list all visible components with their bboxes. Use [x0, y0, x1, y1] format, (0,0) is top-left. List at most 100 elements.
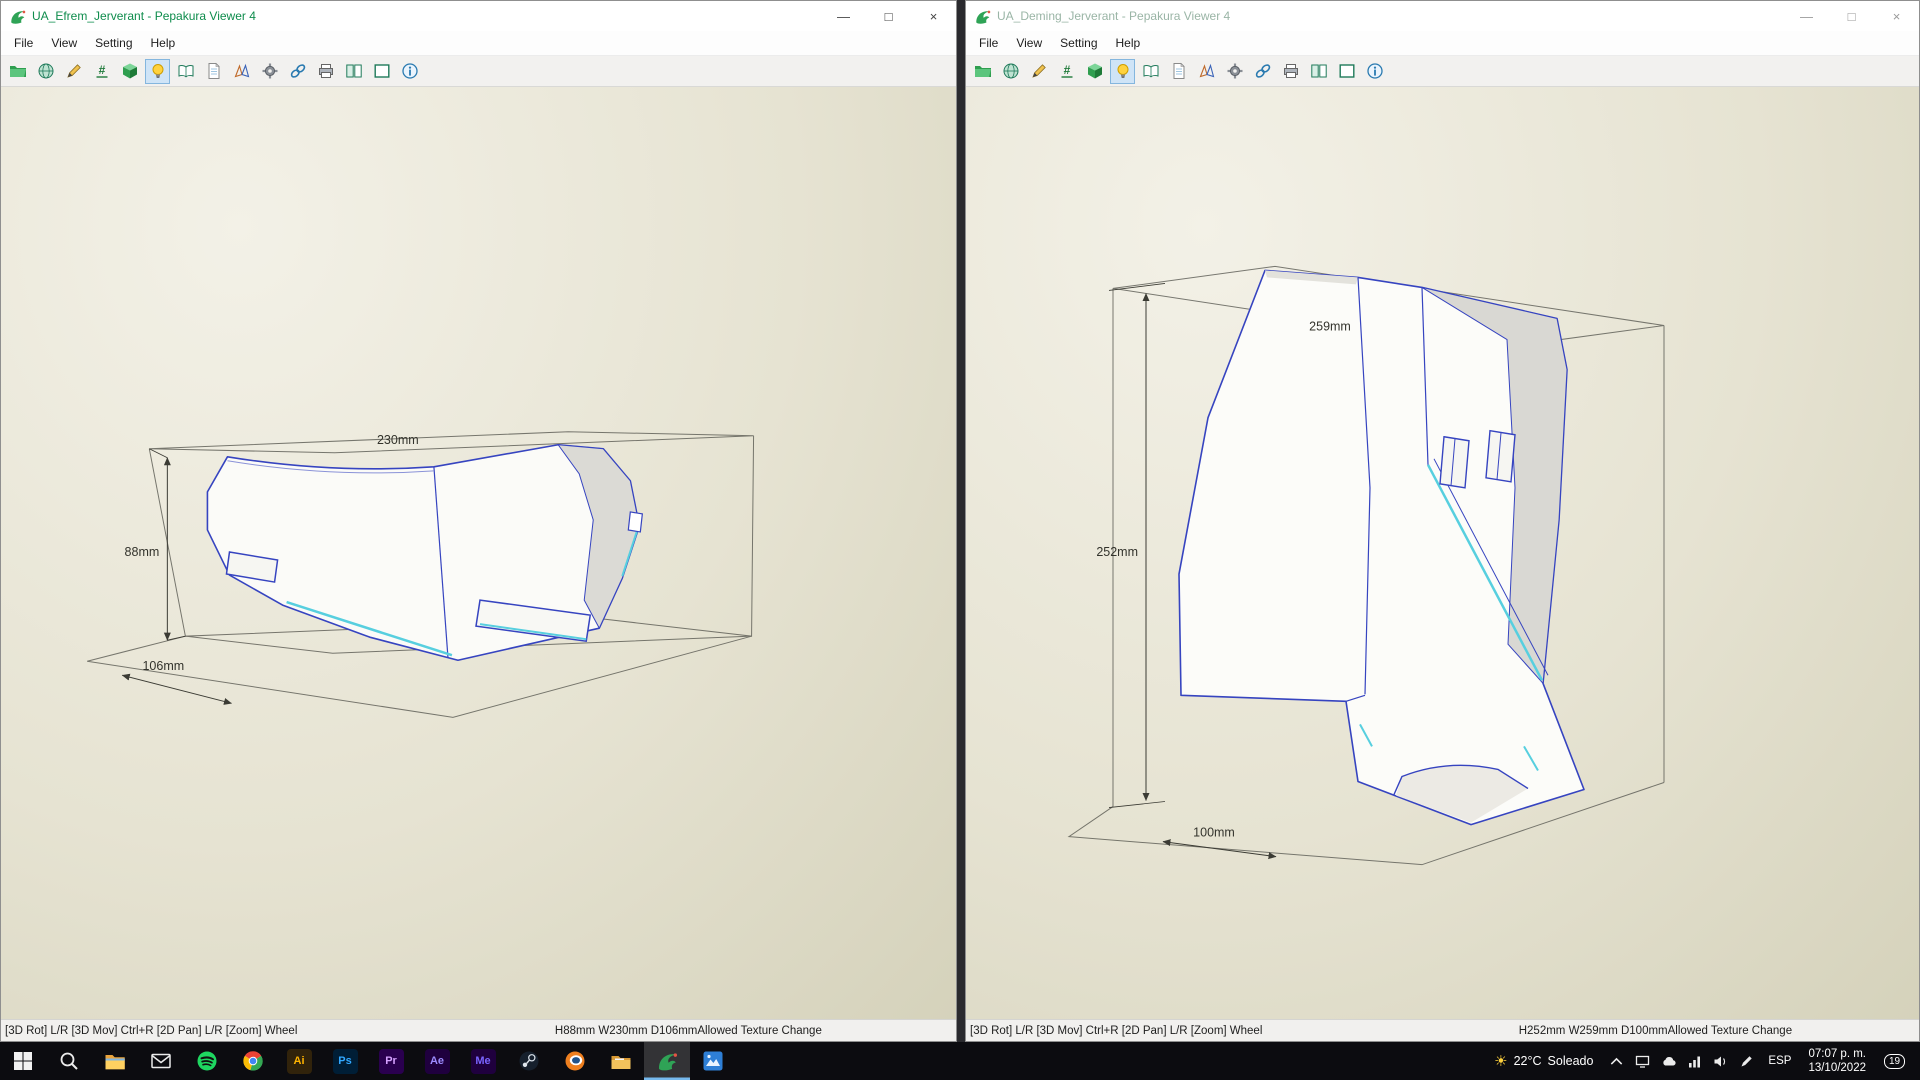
open-book-icon[interactable]	[173, 59, 198, 84]
hidden-icons-chevron[interactable]	[1603, 1042, 1629, 1080]
desktop: UA_Efrem_Jerverant - Pepakura Viewer 4 —…	[0, 0, 1920, 1080]
weather-widget[interactable]: ☀ 22°C Soleado	[1484, 1042, 1603, 1080]
photos-icon	[702, 1050, 724, 1072]
chrome-button[interactable]	[230, 1042, 276, 1080]
photoshop-button[interactable]: Ps	[322, 1042, 368, 1080]
toolbar	[1, 56, 956, 87]
weather-temp: 22°C	[1514, 1054, 1542, 1068]
network-tray-button[interactable]	[1681, 1042, 1707, 1080]
menubar: File View Setting Help	[1, 31, 956, 56]
menu-file[interactable]: File	[5, 33, 42, 53]
media-encoder-icon: Me	[471, 1049, 496, 1074]
maximize-button[interactable]: □	[866, 1, 911, 31]
edit-pencil-icon[interactable]	[61, 59, 86, 84]
blender-button[interactable]	[552, 1042, 598, 1080]
menu-file[interactable]: File	[970, 33, 1007, 53]
menu-help[interactable]: Help	[142, 33, 185, 53]
printer-icon[interactable]	[313, 59, 338, 84]
texture-sphere-icon[interactable]	[998, 59, 1023, 84]
after-effects-button[interactable]: Ae	[414, 1042, 460, 1080]
close-button[interactable]: ×	[911, 1, 956, 31]
menu-setting[interactable]: Setting	[1051, 33, 1106, 53]
unfold-pattern-icon[interactable]	[229, 59, 254, 84]
light-toggle-icon[interactable]	[145, 59, 170, 84]
two-pane-layout-icon[interactable]	[1306, 59, 1331, 84]
width-dimension-label: 259mm	[1309, 320, 1351, 334]
volume-icon	[1713, 1054, 1728, 1069]
3d-viewport[interactable]: 230mm 88mm 106mm	[1, 87, 956, 1019]
link-icon[interactable]	[285, 59, 310, 84]
spotify-button[interactable]	[184, 1042, 230, 1080]
light-toggle-icon[interactable]	[1110, 59, 1135, 84]
info-icon[interactable]	[1362, 59, 1387, 84]
link-icon[interactable]	[1250, 59, 1275, 84]
weather-condition: Soleado	[1548, 1054, 1594, 1068]
spotify-icon	[196, 1050, 218, 1072]
window-title: UA_Deming_Jerverant - Pepakura Viewer 4	[997, 9, 1784, 23]
close-button[interactable]: ×	[1874, 1, 1919, 31]
info-icon[interactable]	[397, 59, 422, 84]
page-icon[interactable]	[1166, 59, 1191, 84]
measure-hash-icon[interactable]	[1054, 59, 1079, 84]
chrome-icon	[242, 1050, 264, 1072]
status-hint: [3D Rot] L/R [3D Mov] Ctrl+R [2D Pan] L/…	[1, 1025, 555, 1037]
texture-sphere-icon[interactable]	[33, 59, 58, 84]
single-pane-layout-icon[interactable]	[369, 59, 394, 84]
taskbar-clock[interactable]: 07:07 p. m. 13/10/2022	[1800, 1042, 1874, 1080]
open-folder-icon[interactable]	[970, 59, 995, 84]
settings-gear-icon[interactable]	[257, 59, 282, 84]
titlebar[interactable]: UA_Deming_Jerverant - Pepakura Viewer 4 …	[966, 1, 1919, 31]
premiere-button[interactable]: Pr	[368, 1042, 414, 1080]
pepakura-viewer-icon	[656, 1050, 678, 1072]
network-icon	[1687, 1054, 1702, 1069]
pepakura-viewer-button[interactable]	[644, 1042, 690, 1080]
printer-icon[interactable]	[1278, 59, 1303, 84]
illustrator-button[interactable]: Ai	[276, 1042, 322, 1080]
menu-setting[interactable]: Setting	[86, 33, 141, 53]
photos-button[interactable]	[690, 1042, 736, 1080]
depth-dimension-label: 100mm	[1193, 826, 1235, 840]
folder-icon	[610, 1050, 632, 1072]
search-button[interactable]	[46, 1042, 92, 1080]
edit-pencil-icon[interactable]	[1026, 59, 1051, 84]
open-folder-icon[interactable]	[5, 59, 30, 84]
menu-view[interactable]: View	[1007, 33, 1051, 53]
display-icon	[1635, 1054, 1650, 1069]
height-dimension-label: 88mm	[125, 545, 160, 559]
pepakura-window-efrem: UA_Efrem_Jerverant - Pepakura Viewer 4 —…	[0, 0, 957, 1042]
language-indicator[interactable]: ESP	[1759, 1042, 1800, 1080]
single-pane-layout-icon[interactable]	[1334, 59, 1359, 84]
solid-box-icon[interactable]	[1082, 59, 1107, 84]
3d-viewport[interactable]: 259mm 252mm 100mm	[966, 87, 1919, 1019]
pen-tray-button[interactable]	[1733, 1042, 1759, 1080]
display-tray-button[interactable]	[1629, 1042, 1655, 1080]
page-icon[interactable]	[201, 59, 226, 84]
start-button[interactable]	[0, 1042, 46, 1080]
folder-button[interactable]	[598, 1042, 644, 1080]
titlebar[interactable]: UA_Efrem_Jerverant - Pepakura Viewer 4 —…	[1, 1, 956, 31]
taskbar: Ai Ps Pr Ae Me ☀ 22°C Soleado ESP 07:07 …	[0, 1042, 1920, 1080]
onedrive-tray-button[interactable]	[1655, 1042, 1681, 1080]
status-dimensions: H88mm W230mm D106mm	[555, 1025, 698, 1037]
menu-view[interactable]: View	[42, 33, 86, 53]
mail-button[interactable]	[138, 1042, 184, 1080]
media-encoder-button[interactable]: Me	[460, 1042, 506, 1080]
steam-button[interactable]	[506, 1042, 552, 1080]
solid-box-icon[interactable]	[117, 59, 142, 84]
blender-icon	[564, 1050, 586, 1072]
file-explorer-button[interactable]	[92, 1042, 138, 1080]
two-pane-layout-icon[interactable]	[341, 59, 366, 84]
maximize-button[interactable]: □	[1829, 1, 1874, 31]
minimize-button[interactable]: —	[821, 1, 866, 31]
menu-help[interactable]: Help	[1107, 33, 1150, 53]
clock-date: 13/10/2022	[1808, 1061, 1866, 1075]
volume-tray-button[interactable]	[1707, 1042, 1733, 1080]
unfold-pattern-icon[interactable]	[1194, 59, 1219, 84]
minimize-button[interactable]: —	[1784, 1, 1829, 31]
open-book-icon[interactable]	[1138, 59, 1163, 84]
settings-gear-icon[interactable]	[1222, 59, 1247, 84]
measure-hash-icon[interactable]	[89, 59, 114, 84]
after-effects-icon: Ae	[425, 1049, 450, 1074]
notification-center-button[interactable]: 19	[1874, 1042, 1915, 1080]
paper-model	[1179, 270, 1584, 824]
